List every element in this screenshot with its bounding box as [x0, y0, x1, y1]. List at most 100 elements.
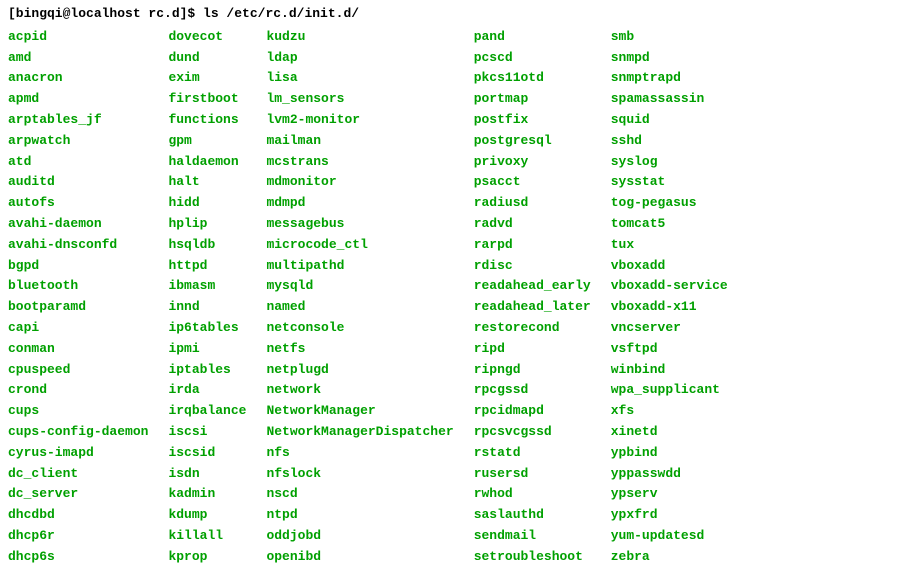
- file-entry: smb: [611, 27, 728, 48]
- file-entry: zebra: [611, 547, 728, 568]
- file-entry: rwhod: [474, 484, 591, 505]
- file-entry: cyrus-imapd: [8, 443, 148, 464]
- file-entry: netplugd: [266, 360, 453, 381]
- file-entry: isdn: [168, 464, 246, 485]
- file-entry: rdisc: [474, 256, 591, 277]
- file-entry: mailman: [266, 131, 453, 152]
- file-entry: nfslock: [266, 464, 453, 485]
- listing-column-1: dovecotdundeximfirstbootfunctionsgpmhald…: [168, 27, 266, 568]
- file-entry: kdump: [168, 505, 246, 526]
- file-entry: messagebus: [266, 214, 453, 235]
- file-entry: ripd: [474, 339, 591, 360]
- file-entry: ip6tables: [168, 318, 246, 339]
- file-entry: saslauthd: [474, 505, 591, 526]
- file-entry: pand: [474, 27, 591, 48]
- listing-column-4: smbsnmpdsnmptrapdspamassassinsquidsshdsy…: [611, 27, 748, 568]
- file-entry: amd: [8, 48, 148, 69]
- file-entry: mdmpd: [266, 193, 453, 214]
- file-entry: oddjobd: [266, 526, 453, 547]
- file-entry: nscd: [266, 484, 453, 505]
- file-entry: dund: [168, 48, 246, 69]
- file-entry: iscsi: [168, 422, 246, 443]
- file-entry: lm_sensors: [266, 89, 453, 110]
- file-entry: named: [266, 297, 453, 318]
- file-entry: NetworkManagerDispatcher: [266, 422, 453, 443]
- file-entry: rpcidmapd: [474, 401, 591, 422]
- file-entry: bgpd: [8, 256, 148, 277]
- file-entry: yppasswdd: [611, 464, 728, 485]
- file-entry: cups: [8, 401, 148, 422]
- file-entry: httpd: [168, 256, 246, 277]
- file-entry: postfix: [474, 110, 591, 131]
- file-entry: nfs: [266, 443, 453, 464]
- file-entry: vncserver: [611, 318, 728, 339]
- file-entry: ypxfrd: [611, 505, 728, 526]
- file-entry: vboxadd-service: [611, 276, 728, 297]
- file-entry: network: [266, 380, 453, 401]
- file-entry: atd: [8, 152, 148, 173]
- file-entry: mcstrans: [266, 152, 453, 173]
- file-entry: tux: [611, 235, 728, 256]
- file-entry: readahead_later: [474, 297, 591, 318]
- file-entry: anacron: [8, 68, 148, 89]
- file-entry: readahead_early: [474, 276, 591, 297]
- file-entry: conman: [8, 339, 148, 360]
- file-entry: bluetooth: [8, 276, 148, 297]
- file-entry: autofs: [8, 193, 148, 214]
- file-entry: lisa: [266, 68, 453, 89]
- file-entry: vsftpd: [611, 339, 728, 360]
- file-entry: syslog: [611, 152, 728, 173]
- file-entry: cups-config-daemon: [8, 422, 148, 443]
- file-entry: mdmonitor: [266, 172, 453, 193]
- file-entry: spamassassin: [611, 89, 728, 110]
- file-entry: pkcs11otd: [474, 68, 591, 89]
- file-entry: snmpd: [611, 48, 728, 69]
- file-entry: vboxadd: [611, 256, 728, 277]
- file-entry: sysstat: [611, 172, 728, 193]
- file-entry: setroubleshoot: [474, 547, 591, 568]
- file-entry: xinetd: [611, 422, 728, 443]
- file-entry: ripngd: [474, 360, 591, 381]
- file-entry: dc_server: [8, 484, 148, 505]
- file-entry: cpuspeed: [8, 360, 148, 381]
- file-entry: multipathd: [266, 256, 453, 277]
- file-entry: exim: [168, 68, 246, 89]
- file-entry: halt: [168, 172, 246, 193]
- file-entry: mysqld: [266, 276, 453, 297]
- listing-column-0: acpidamdanacronapmdarptables_jfarpwatcha…: [8, 27, 168, 568]
- file-entry: rarpd: [474, 235, 591, 256]
- file-entry: gpm: [168, 131, 246, 152]
- file-entry: privoxy: [474, 152, 591, 173]
- file-entry: ypbind: [611, 443, 728, 464]
- file-entry: netconsole: [266, 318, 453, 339]
- file-entry: radiusd: [474, 193, 591, 214]
- file-entry: ypserv: [611, 484, 728, 505]
- file-entry: killall: [168, 526, 246, 547]
- file-entry: rusersd: [474, 464, 591, 485]
- file-entry: iptables: [168, 360, 246, 381]
- file-entry: avahi-dnsconfd: [8, 235, 148, 256]
- file-entry: wpa_supplicant: [611, 380, 728, 401]
- file-entry: xfs: [611, 401, 728, 422]
- file-entry: dc_client: [8, 464, 148, 485]
- file-entry: NetworkManager: [266, 401, 453, 422]
- file-entry: iscsid: [168, 443, 246, 464]
- file-entry: yum-updatesd: [611, 526, 728, 547]
- file-entry: arptables_jf: [8, 110, 148, 131]
- file-entry: ntpd: [266, 505, 453, 526]
- file-entry: sendmail: [474, 526, 591, 547]
- file-entry: functions: [168, 110, 246, 131]
- file-entry: winbind: [611, 360, 728, 381]
- file-entry: kadmin: [168, 484, 246, 505]
- file-entry: ipmi: [168, 339, 246, 360]
- file-entry: apmd: [8, 89, 148, 110]
- file-entry: radvd: [474, 214, 591, 235]
- file-entry: kudzu: [266, 27, 453, 48]
- file-entry: netfs: [266, 339, 453, 360]
- file-entry: restorecond: [474, 318, 591, 339]
- shell-prompt: [bingqi@localhost rc.d]$ ls /etc/rc.d/in…: [8, 4, 906, 25]
- file-entry: bootparamd: [8, 297, 148, 318]
- file-entry: vboxadd-x11: [611, 297, 728, 318]
- file-entry: dhcp6r: [8, 526, 148, 547]
- file-entry: portmap: [474, 89, 591, 110]
